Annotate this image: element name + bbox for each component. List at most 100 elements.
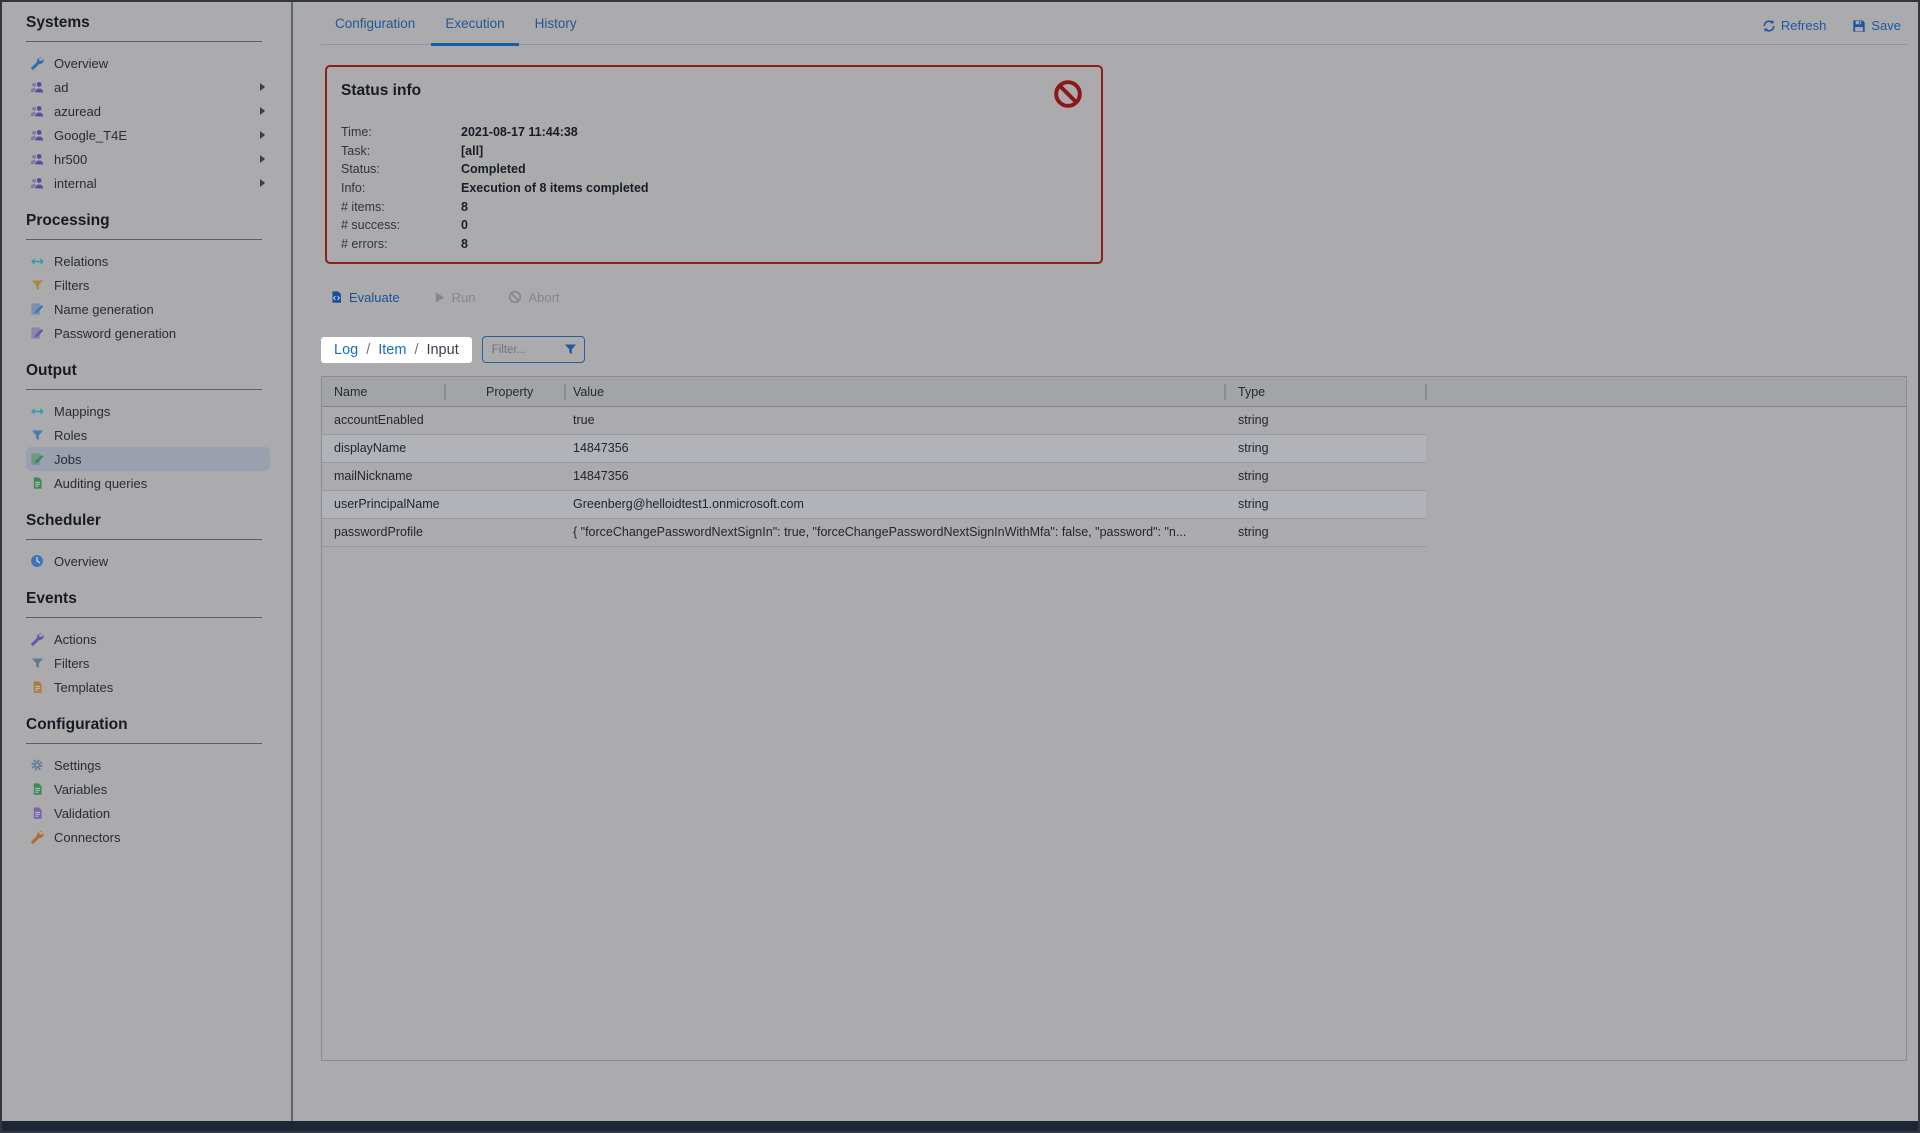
evaluate-button[interactable]: Evaluate — [330, 290, 400, 305]
users-icon — [29, 79, 45, 95]
double-arrow-icon — [29, 253, 45, 269]
status-field-success: # success:0 — [341, 216, 1087, 235]
cell-type: string — [1238, 463, 1269, 490]
sidebar-item-hr500[interactable]: hr500 — [26, 147, 270, 171]
sidebar-item-label: Google_T4E — [54, 128, 127, 143]
tab-execution[interactable]: Execution — [443, 6, 506, 44]
sidebar-section-title-systems: Systems — [26, 14, 262, 42]
sidebar-item-overview[interactable]: Overview — [26, 51, 270, 75]
blocked-status-icon — [1053, 79, 1083, 109]
cell-value: Greenberg@helloidtest1.onmicrosoft.com — [573, 491, 804, 518]
tab-history[interactable]: History — [533, 6, 579, 44]
filter-input[interactable] — [490, 343, 552, 357]
doc-icon — [29, 781, 45, 797]
expand-arrow-icon — [260, 131, 265, 139]
abort-label: Abort — [528, 290, 559, 305]
sidebar-item-actions[interactable]: Actions — [26, 627, 270, 651]
view-link-log[interactable]: Log — [334, 342, 358, 358]
users-icon — [29, 175, 45, 191]
sidebar-item-password-generation[interactable]: Password generation — [26, 321, 270, 345]
view-link-input[interactable]: Input — [426, 342, 458, 358]
cell-type: string — [1238, 435, 1269, 462]
sidebar-item-label: hr500 — [54, 152, 87, 167]
cell-name: userPrincipalName — [334, 491, 440, 518]
status-field-label: # items: — [341, 200, 461, 214]
sidebar-item-label: Password generation — [54, 326, 176, 341]
expand-arrow-icon — [260, 107, 265, 115]
sidebar-item-filters[interactable]: Filters — [26, 651, 270, 675]
sidebar-item-relations[interactable]: Relations — [26, 249, 270, 273]
abort-button[interactable]: Abort — [508, 290, 559, 305]
bottom-bar — [2, 1121, 1918, 1131]
sidebar-section-title-scheduler: Scheduler — [26, 512, 262, 540]
column-header-name: Name — [334, 377, 367, 407]
sidebar-item-validation[interactable]: Validation — [26, 801, 270, 825]
status-field-label: Info: — [341, 181, 461, 195]
sidebar-item-jobs[interactable]: Jobs — [26, 447, 270, 471]
refresh-label: Refresh — [1781, 18, 1827, 33]
view-switcher: Log/Item/Input — [321, 337, 472, 363]
sidebar-item-label: Auditing queries — [54, 476, 147, 491]
status-field-status: Status:Completed — [341, 160, 1087, 179]
table-row-mailnickname: mailNickname14847356string — [322, 463, 1426, 491]
cell-name: passwordProfile — [334, 519, 423, 546]
script-icon — [330, 290, 343, 304]
status-field-label: # success: — [341, 218, 461, 232]
expand-arrow-icon — [260, 179, 265, 187]
sidebar-item-label: Overview — [54, 56, 108, 71]
double-arrow-icon — [29, 403, 45, 419]
sidebar-item-filters[interactable]: Filters — [26, 273, 270, 297]
refresh-button[interactable]: Refresh — [1762, 18, 1827, 33]
column-divider — [1224, 384, 1226, 400]
filter-funnel-icon — [564, 343, 577, 356]
save-button[interactable]: Save — [1852, 18, 1901, 33]
sidebar-item-connectors[interactable]: Connectors — [26, 825, 270, 849]
table-row-displayname: displayName14847356string — [322, 435, 1426, 463]
sidebar-item-label: Settings — [54, 758, 101, 773]
input-table: NamePropertyValueType accountEnabledtrue… — [321, 376, 1907, 1061]
column-divider — [444, 384, 446, 400]
edit-doc-icon — [29, 301, 45, 317]
wrench-icon — [29, 829, 45, 845]
sidebar-item-mappings[interactable]: Mappings — [26, 399, 270, 423]
sidebar-section-configuration: Settings VariablesValidation Connectors — [26, 753, 291, 849]
sidebar-item-label: Connectors — [54, 830, 120, 845]
tabs: Configuration Execution History — [333, 6, 579, 44]
tab-configuration[interactable]: Configuration — [333, 6, 417, 44]
doc-icon — [29, 805, 45, 821]
status-field-info: Info:Execution of 8 items completed — [341, 179, 1087, 198]
sidebar-item-templates[interactable]: Templates — [26, 675, 270, 699]
status-info-panel: Status info Time:2021-08-17 11:44:38Task… — [325, 65, 1103, 264]
sidebar-section-output: Mappings Roles Jobs Auditing queries — [26, 399, 291, 495]
sidebar-item-variables[interactable]: Variables — [26, 777, 270, 801]
sidebar-item-name-generation[interactable]: Name generation — [26, 297, 270, 321]
view-link-item[interactable]: Item — [378, 342, 406, 358]
sidebar-item-azuread[interactable]: azuread — [26, 99, 270, 123]
app-window: Systems Overview adazuread Google_T4E hr500 i… — [2, 2, 1918, 1123]
run-button[interactable]: Run — [433, 290, 476, 305]
sidebar-item-google-t4e[interactable]: Google_T4E — [26, 123, 270, 147]
sidebar-item-ad[interactable]: ad — [26, 75, 270, 99]
sidebar-item-auditing-queries[interactable]: Auditing queries — [26, 471, 270, 495]
status-field-value: 0 — [461, 218, 468, 232]
table-body: accountEnabledtruestringdisplayName14847… — [322, 407, 1906, 547]
status-field-label: Time: — [341, 125, 461, 139]
cell-value: 14847356 — [573, 435, 629, 462]
execution-actions: Evaluate Run Abort — [330, 287, 1907, 307]
sidebar-item-settings[interactable]: Settings — [26, 753, 270, 777]
edit-doc-icon — [29, 325, 45, 341]
evaluate-label: Evaluate — [349, 290, 400, 305]
sidebar-item-roles[interactable]: Roles — [26, 423, 270, 447]
wrench-icon — [29, 631, 45, 647]
edit-doc-icon — [29, 451, 45, 467]
sidebar-item-overview[interactable]: Overview — [26, 549, 270, 573]
sidebar-item-label: Relations — [54, 254, 108, 269]
sidebar-item-label: Jobs — [54, 452, 81, 467]
sidebar-item-label: Roles — [54, 428, 87, 443]
view-separator: / — [366, 342, 370, 358]
cell-value: 14847356 — [573, 463, 629, 490]
table-row-passwordprofile: passwordProfile{ "forceChangePasswordNex… — [322, 519, 1426, 547]
sidebar-item-label: Filters — [54, 278, 89, 293]
sidebar-item-internal[interactable]: internal — [26, 171, 270, 195]
sidebar-item-label: Actions — [54, 632, 97, 647]
